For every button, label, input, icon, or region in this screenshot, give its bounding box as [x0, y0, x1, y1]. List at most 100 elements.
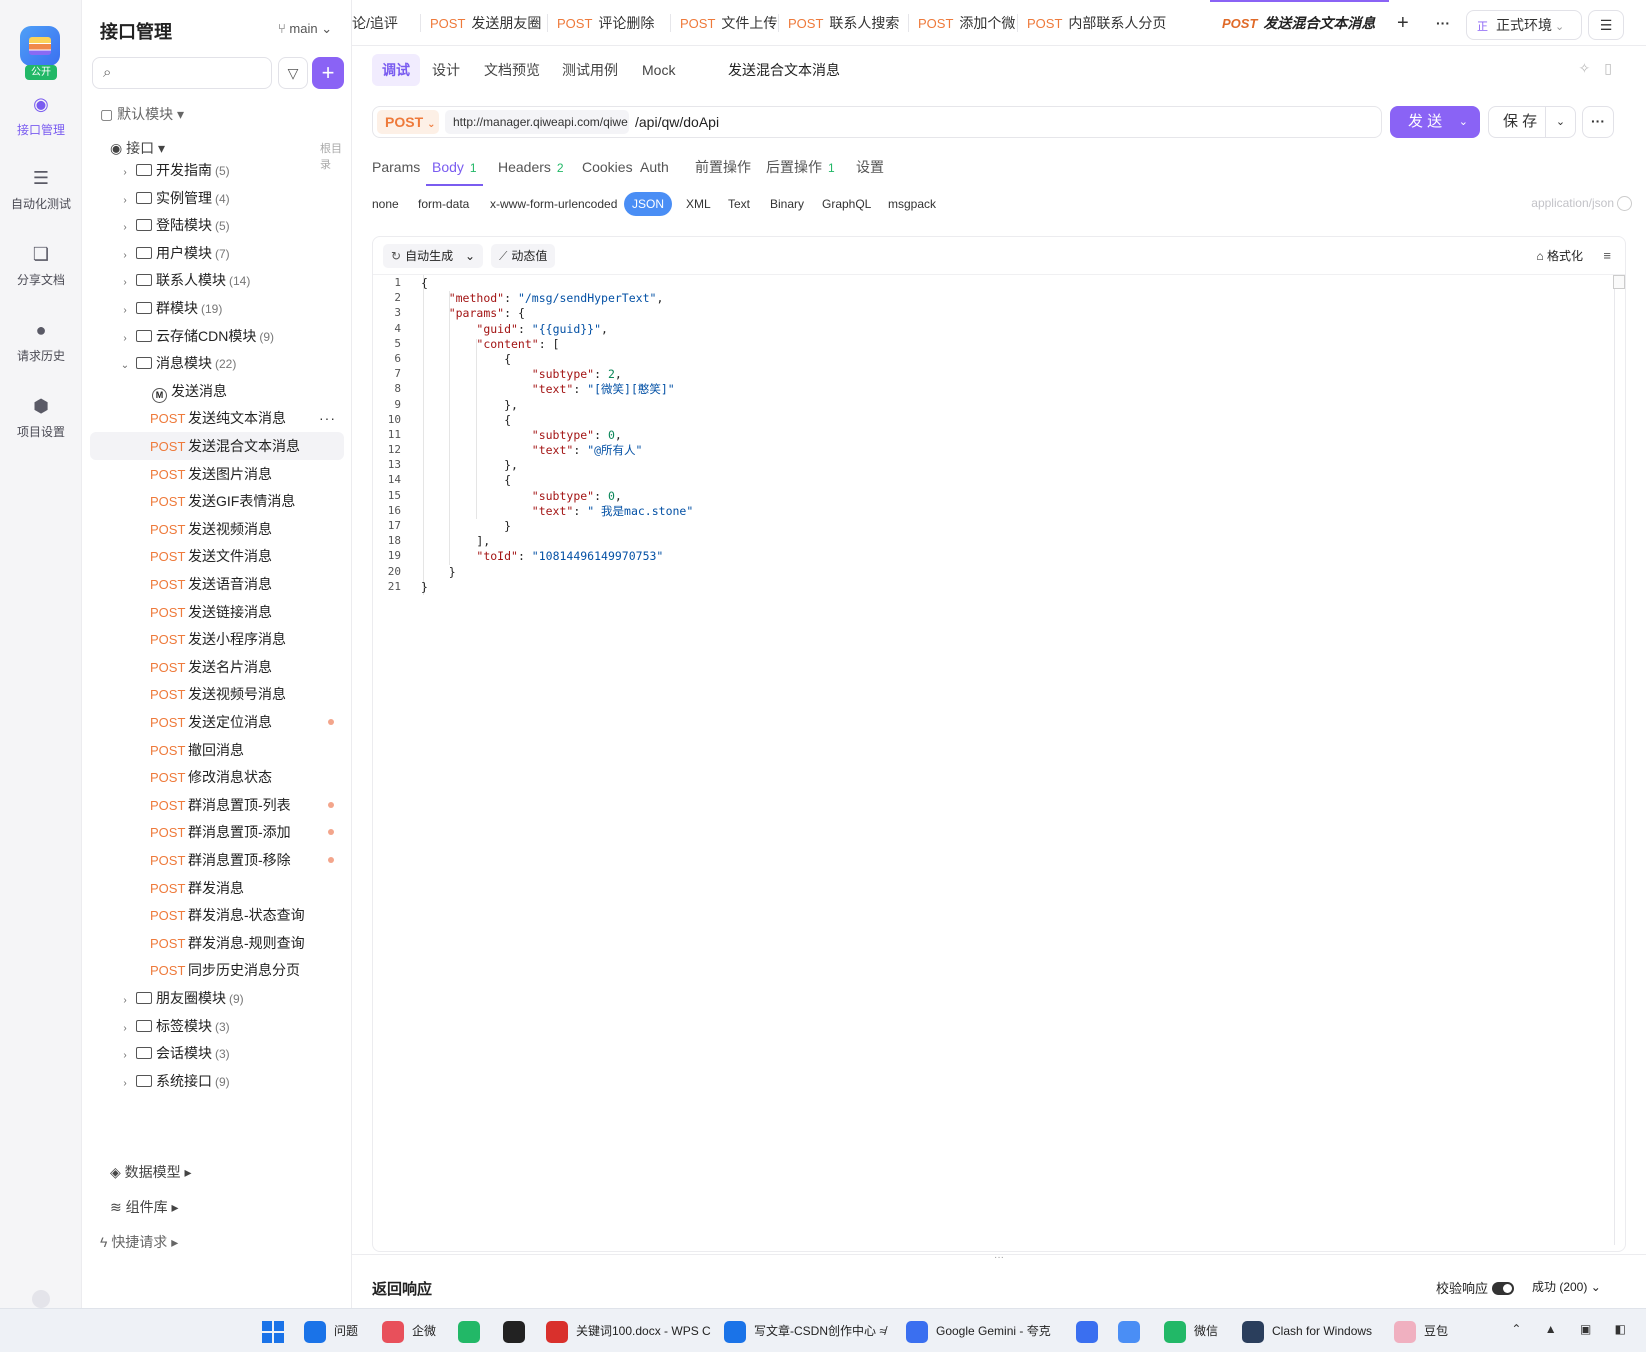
system-tray[interactable]: ⌃ ▲ ▣ ◧	[1511, 1322, 1636, 1336]
chevron-down-icon[interactable]: ⌄	[465, 244, 475, 268]
request-tab[interactable]: POST 添加个微	[918, 0, 1015, 46]
endpoint-row[interactable]: POST 发送视频号消息	[90, 680, 344, 708]
default-module[interactable]: ▢ 默认模块 ▾	[100, 104, 184, 124]
taskbar-app[interactable]	[1076, 1320, 1106, 1343]
endpoint-row[interactable]: POST 群消息置顶-列表	[90, 791, 344, 819]
endpoint-row[interactable]: POST 群消息置顶-移除	[90, 846, 344, 874]
rail-item-history[interactable]: ● 请求历史	[0, 320, 82, 364]
panel-icon[interactable]: ▯	[1604, 60, 1626, 76]
add-button[interactable]: +	[312, 57, 344, 89]
minimap-thumb[interactable]	[1613, 275, 1625, 289]
taskbar-app[interactable]: 关键词100.docx - WPS C	[546, 1320, 711, 1343]
request-tab[interactable]: POST 文件上传	[680, 0, 777, 46]
chevron-down-icon[interactable]: ⌄	[1545, 107, 1575, 137]
endpoint-row[interactable]: POST 发送小程序消息	[90, 625, 344, 653]
editor-scrollbar[interactable]	[1614, 275, 1615, 1245]
subtab[interactable]: 设计	[432, 54, 460, 86]
quick-request[interactable]: ϟ 快捷请求 ▸	[100, 1232, 178, 1252]
request-tab[interactable]: POST 联系人搜索	[788, 0, 899, 46]
endpoint-row[interactable]: POST 修改消息状态	[90, 763, 344, 791]
taskbar-app[interactable]: 问题	[304, 1320, 358, 1343]
chevron-right-icon[interactable]: ›	[118, 297, 132, 325]
body-type-option[interactable]: none	[366, 192, 405, 216]
subtab[interactable]: Mock	[642, 54, 675, 86]
component-library[interactable]: ≋ 组件库 ▸	[110, 1197, 179, 1217]
json-editor[interactable]: ↻ 自动生成 ⌄ ⟋ 动态值 ⌂ 格式化 ≡ 1{2 "method": "/msg/…	[372, 236, 1626, 1252]
dynamic-value-button[interactable]: ⟋ 动态值	[491, 244, 556, 268]
data-model[interactable]: ◈ 数据模型 ▸	[110, 1162, 192, 1182]
resize-handle[interactable]: ···	[352, 1253, 1646, 1263]
body-type-option[interactable]: GraphQL	[816, 192, 877, 216]
folder-row[interactable]: › 联系人模块 (14)	[90, 266, 344, 294]
body-type-option[interactable]: msgpack	[882, 192, 942, 216]
endpoint-row[interactable]: POST 同步历史消息分页	[90, 956, 344, 984]
new-tab-button[interactable]: +	[1397, 0, 1409, 46]
taskbar-app[interactable]: 写文章-CSDN创作中心 ≉	[724, 1320, 886, 1343]
endpoint-row[interactable]: POST 发送混合文本消息	[90, 432, 344, 460]
rail-item-automation[interactable]: ☰ 自动化测试	[0, 168, 82, 212]
endpoint-row[interactable]: POST 发送语音消息	[90, 570, 344, 598]
chevron-right-icon[interactable]: ›	[118, 1042, 132, 1070]
method-select[interactable]: POST ⌄	[377, 110, 439, 134]
base-url[interactable]: http://manager.qiweapi.com/qiwe	[445, 110, 629, 134]
param-tab[interactable]: Cookies	[582, 150, 633, 186]
filter-button[interactable]: ▽	[278, 57, 308, 89]
endpoint-row[interactable]: POST 发送图片消息	[90, 460, 344, 488]
folder-row[interactable]: › 系统接口 (9)	[90, 1067, 344, 1095]
endpoint-row[interactable]: POST 发送名片消息	[90, 653, 344, 681]
request-tab[interactable]: POST 内部联系人分页	[1027, 0, 1166, 46]
windows-start-icon[interactable]	[262, 1321, 284, 1343]
more-options-button[interactable]: ···	[1582, 106, 1614, 138]
menu-button[interactable]: ☰	[1588, 10, 1624, 40]
endpoint-row[interactable]: POST 发送文件消息	[90, 542, 344, 570]
folder-row[interactable]: › 朋友圈模块 (9)	[90, 984, 344, 1012]
body-type-option[interactable]: Binary	[764, 192, 810, 216]
folder-row[interactable]: ⌄ 消息模块 (22)	[90, 349, 344, 377]
param-tab[interactable]: 设置	[856, 150, 884, 186]
endpoint-row[interactable]: POST 发送定位消息	[90, 708, 344, 736]
body-type-option[interactable]: form-data	[412, 192, 475, 216]
param-tab[interactable]: Params	[372, 150, 420, 186]
more-tabs-button[interactable]: ···	[1436, 0, 1450, 46]
rail-item-api[interactable]: ◉ 接口管理	[0, 94, 82, 138]
save-button[interactable]: 保 存 ⌄	[1488, 106, 1576, 138]
auto-generate-button[interactable]: ↻ 自动生成 ⌄	[383, 244, 484, 268]
param-tab[interactable]: Headers 2	[498, 150, 564, 186]
branch-selector[interactable]: ⑂ main ⌄	[278, 21, 332, 37]
app-logo[interactable]	[20, 26, 60, 66]
body-type-option[interactable]: JSON	[624, 192, 673, 216]
request-tab[interactable]: 论/追评	[352, 0, 398, 46]
endpoint-row[interactable]: POST 撤回消息	[90, 736, 344, 764]
taskbar-app[interactable]: 微信	[1164, 1320, 1218, 1343]
endpoint-row[interactable]: POST 发送链接消息	[90, 598, 344, 626]
rail-item-share-docs[interactable]: ❏ 分享文档	[0, 244, 82, 288]
request-tab[interactable]: POST 发送朋友圈	[430, 0, 541, 46]
folder-row[interactable]: › 用户模块 (7)	[90, 239, 344, 267]
wrap-icon[interactable]: ≡	[1603, 244, 1611, 268]
taskbar-app[interactable]	[503, 1320, 533, 1343]
folder-row[interactable]: › 开发指南 (5)	[90, 156, 344, 184]
subtab[interactable]: 文档预览	[484, 54, 540, 86]
taskbar-app[interactable]	[458, 1320, 488, 1343]
content-type-toggle[interactable]	[1617, 196, 1632, 211]
doc-row[interactable]: M 发送消息	[90, 377, 344, 405]
folder-row[interactable]: › 会话模块 (3)	[90, 1039, 344, 1067]
folder-row[interactable]: › 登陆模块 (5)	[90, 211, 344, 239]
taskbar-app[interactable]: 企微	[382, 1320, 436, 1343]
taskbar-app[interactable]: Clash for Windows	[1242, 1320, 1372, 1343]
chevron-down-icon[interactable]: ⌄	[1459, 106, 1468, 138]
chevron-right-icon[interactable]: ›	[118, 1070, 132, 1098]
endpoint-row[interactable]: POST 群发消息-规则查询	[90, 929, 344, 957]
endpoint-row[interactable]: POST 发送视频消息	[90, 515, 344, 543]
ellipsis-icon[interactable]: ···	[319, 404, 336, 432]
request-tab[interactable]: POST 评论删除	[557, 0, 654, 46]
chevron-right-icon[interactable]: ›	[118, 214, 132, 242]
magic-icon[interactable]: ✧	[1579, 60, 1605, 76]
code-area[interactable]: 1{2 "method": "/msg/sendHyperText", 3 "pa…	[373, 275, 1625, 594]
chevron-down-icon[interactable]: ⌄	[118, 352, 132, 380]
rail-item-settings[interactable]: ⬢ 项目设置	[0, 396, 82, 440]
folder-row[interactable]: › 标签模块 (3)	[90, 1012, 344, 1040]
body-type-option[interactable]: XML	[680, 192, 717, 216]
environment-selector[interactable]: 正正式环境 ⌄	[1466, 10, 1582, 40]
toggle-switch[interactable]	[1492, 1282, 1515, 1295]
